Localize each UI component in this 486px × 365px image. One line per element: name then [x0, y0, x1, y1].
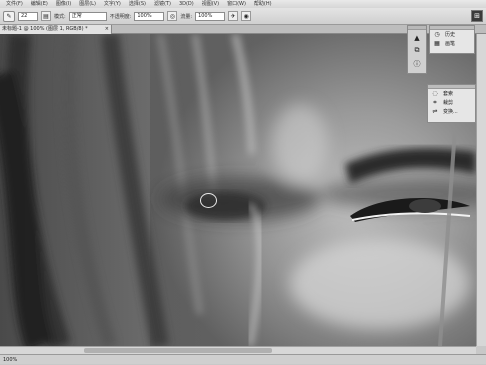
opacity-label: 不透明度: — [109, 13, 132, 20]
info-icon[interactable]: ⓘ — [410, 58, 424, 69]
close-tab-icon[interactable]: × — [105, 25, 109, 34]
menu-item[interactable]: 文件(F) — [2, 0, 27, 8]
clock-icon: ◷ — [434, 31, 440, 38]
panel-row[interactable]: ⇌ 变换... — [428, 107, 475, 116]
menu-bar: 文件(F) 编辑(E) 图像(I) 图层(L) 文字(Y) 选择(S) 滤镜(T) 3D(D)… — [0, 0, 486, 8]
brush-cursor — [200, 193, 217, 208]
options-bar: ✎ 22 ▤ 模式: 正常 不透明度: 100% ◎ 流量: 100% ✈ ◉ … — [0, 8, 486, 25]
lasso-icon: ◌ — [432, 90, 438, 97]
flow-label: 流量: — [180, 13, 193, 20]
panel-row-label: 变换... — [443, 109, 458, 115]
document-tab-title: 未标题-1 @ 100% (图层 1, RGB/8) * — [2, 26, 88, 32]
menu-item[interactable]: 选择(S) — [125, 0, 150, 8]
status-bar: 100% — [0, 354, 486, 364]
pressure-opacity-icon[interactable]: ◎ — [167, 11, 178, 21]
horizontal-scroll-thumb[interactable] — [84, 348, 272, 353]
panel-row-label: 历史 — [445, 32, 456, 38]
dock-handle[interactable] — [408, 26, 426, 30]
menu-item[interactable]: 编辑(E) — [27, 0, 52, 8]
menu-item[interactable]: 图像(I) — [52, 0, 75, 8]
document-tab[interactable]: 未标题-1 @ 100% (图层 1, RGB/8) * × — [0, 25, 112, 34]
mode-select[interactable]: 正常 — [68, 11, 107, 21]
menu-item[interactable]: 窗口(W) — [223, 0, 250, 8]
brush-panel-toggle-icon[interactable]: ▤ — [41, 11, 51, 21]
history-panel: ◷ 历史 ▦ 画笔 — [429, 25, 475, 54]
menu-item[interactable]: 3D(D) — [175, 0, 198, 8]
panel-row[interactable]: ⌗ 裁剪 — [428, 98, 475, 107]
tools-panel: ◌ 套索 ⌗ 裁剪 ⇌ 变换... — [427, 84, 476, 123]
panel-row-label: 套索 — [443, 91, 454, 97]
panel-row-label: 画笔 — [445, 41, 456, 47]
opacity-input[interactable]: 100% — [134, 11, 165, 21]
menu-item[interactable]: 文字(Y) — [100, 0, 125, 8]
pressure-size-icon[interactable]: ◉ — [241, 11, 252, 21]
panel-dock-strip: ▲ ⧉ ⓘ — [407, 25, 427, 74]
workspace-menu-icon[interactable]: ⊞ — [471, 10, 483, 22]
photoshop-window: 文件(F) 编辑(E) 图像(I) 图层(L) 文字(Y) 选择(S) 滤镜(T) 3D(D)… — [0, 0, 486, 364]
horizontal-scrollbar[interactable] — [0, 346, 476, 354]
mode-label: 模式: — [54, 13, 66, 20]
brush-size-picker[interactable]: 22 — [18, 11, 38, 21]
panel-row[interactable]: ▦ 画笔 — [430, 39, 474, 48]
menu-item[interactable]: 视图(V) — [198, 0, 223, 8]
brush-preset-icon: ▦ — [434, 40, 440, 47]
menu-item[interactable]: 图层(L) — [75, 0, 100, 8]
panel-row[interactable]: ◷ 历史 — [430, 30, 474, 39]
brush-tool-icon[interactable]: ✎ — [3, 10, 15, 22]
panel-row-label: 裁剪 — [443, 100, 454, 106]
painting — [0, 34, 476, 346]
history-panel-icon[interactable]: ⧉ — [410, 45, 424, 56]
airbrush-icon[interactable]: ✈ — [228, 11, 239, 21]
flow-input[interactable]: 100% — [195, 11, 226, 21]
collapse-icon[interactable]: ▲ — [410, 32, 424, 43]
menu-item[interactable]: 滤镜(T) — [150, 0, 175, 8]
vertical-scrollbar[interactable] — [476, 34, 486, 346]
transform-icon: ⇌ — [432, 108, 438, 115]
menu-item[interactable]: 帮助(H) — [250, 0, 276, 8]
crop-icon: ⌗ — [433, 98, 437, 106]
panel-row[interactable]: ◌ 套索 — [428, 89, 475, 98]
canvas[interactable] — [0, 34, 476, 346]
